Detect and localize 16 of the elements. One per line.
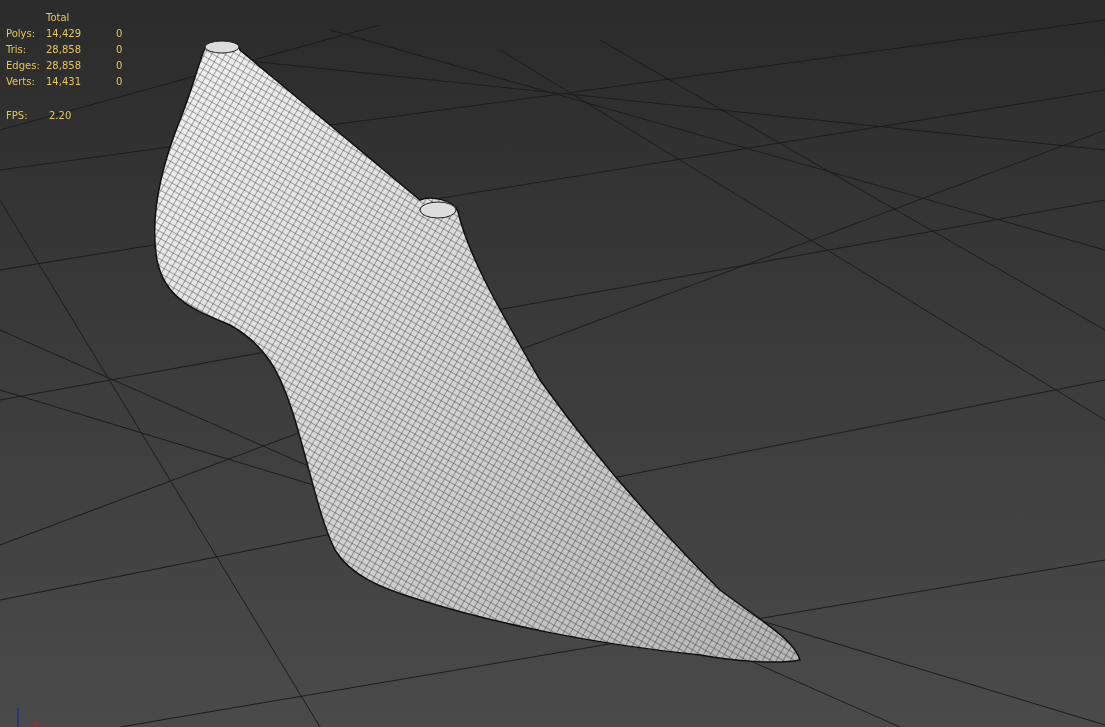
stat-selected: 0 (115, 75, 124, 89)
fps-label: FPS: (6, 109, 29, 123)
stat-total: 28,858 (46, 59, 82, 73)
stat-total: 28,858 (46, 43, 82, 57)
stat-label: Verts: (6, 75, 36, 89)
fps-value: 2.20 (48, 109, 73, 123)
stat-selected: 0 (115, 59, 124, 73)
stat-total: 14,429 (46, 27, 82, 41)
stat-label: Polys: (6, 27, 37, 41)
stat-total: 14,431 (46, 75, 82, 89)
stat-selected: 0 (115, 27, 124, 41)
stat-label: Edges: (6, 59, 41, 73)
stat-selected: 0 (115, 43, 124, 57)
stat-label: Tris: (6, 43, 28, 57)
stats-header: Total (46, 11, 71, 25)
axis-gizmo-icon (17, 707, 39, 727)
